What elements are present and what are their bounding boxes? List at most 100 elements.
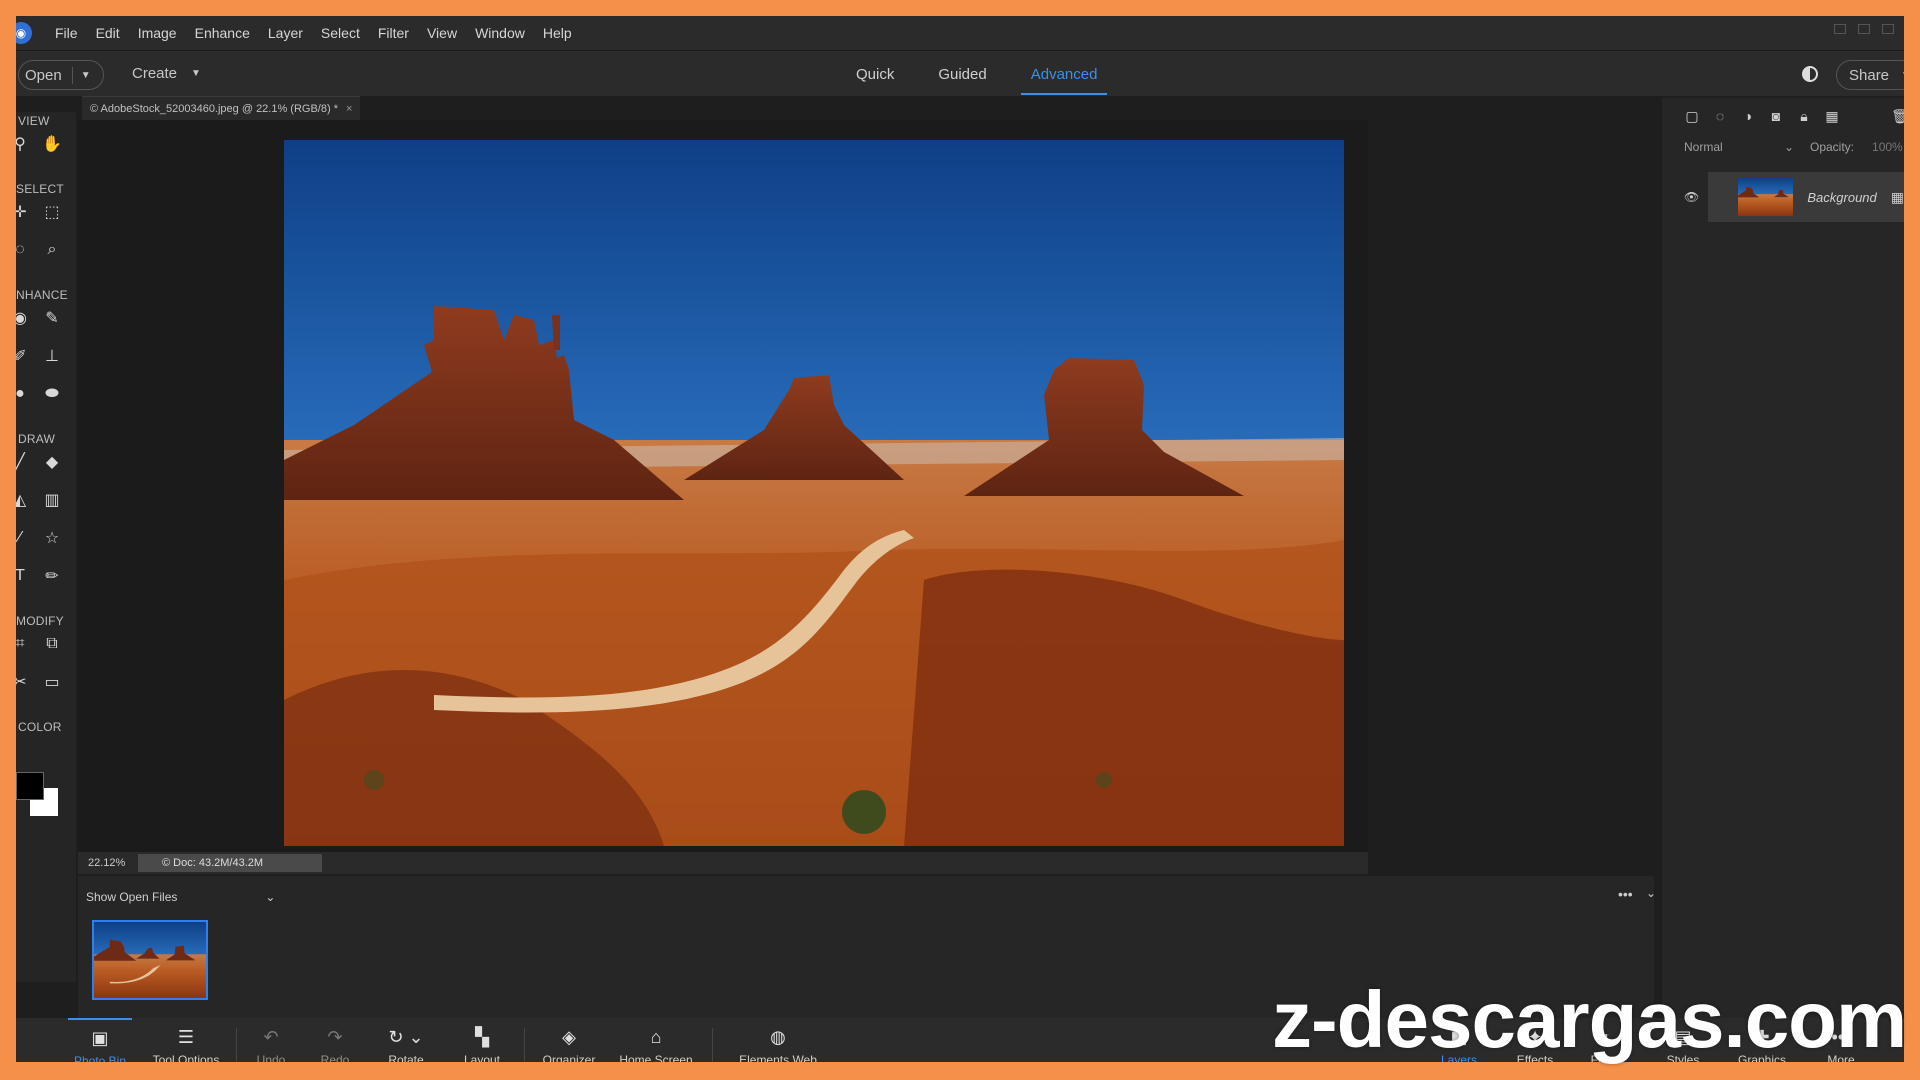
paint-bucket-tool-icon[interactable]: ◭: [16, 490, 30, 510]
hand-tool-icon[interactable]: ✋: [42, 134, 62, 154]
adjustment-layer-icon[interactable]: ◑: [1740, 108, 1756, 124]
tool-options-button[interactable]: ☰ Tool Options: [148, 1018, 224, 1062]
tab-quick[interactable]: Quick: [856, 51, 894, 97]
sponge-tool-icon[interactable]: ⬬: [42, 384, 62, 404]
menu-file[interactable]: File: [46, 25, 87, 41]
undo-button[interactable]: ↶ Undo: [246, 1018, 296, 1062]
straighten-tool-icon[interactable]: ▭: [42, 672, 62, 692]
menu-image[interactable]: Image: [129, 25, 186, 41]
lasso-tool-icon[interactable]: ◌: [16, 240, 30, 260]
status-bar: 22.12% © Doc: 43.2M/43.2M: [78, 852, 1368, 874]
document-tab-title: © AdobeStock_52003460.jpeg @ 22.1% (RGB/…: [90, 102, 338, 115]
layer-lock-icon: ▦: [1890, 188, 1904, 205]
crop-tool-icon[interactable]: ⌗: [16, 634, 30, 654]
section-enhance: NHANCE: [16, 288, 68, 302]
red-eye-tool-icon[interactable]: ◉: [16, 308, 30, 328]
menu-enhance[interactable]: Enhance: [186, 25, 259, 41]
minimize-icon[interactable]: [1834, 24, 1846, 34]
open-button-label: Open: [19, 66, 73, 84]
layer-mask-icon[interactable]: ◙: [1768, 108, 1784, 124]
brush-tool-icon[interactable]: ╱: [16, 452, 30, 472]
content-aware-move-tool-icon[interactable]: ✂: [16, 672, 30, 692]
window-controls: [1834, 24, 1894, 34]
smart-brush-tool-icon[interactable]: ✐: [16, 346, 30, 366]
zoom-level[interactable]: 22.12%: [78, 857, 138, 869]
blend-mode-select[interactable]: Normal ⌄: [1684, 140, 1794, 154]
shape-tool-icon[interactable]: ☆: [42, 528, 62, 548]
color-picker-tool-icon[interactable]: ⁄: [16, 528, 30, 548]
create-button[interactable]: Create ▼: [132, 65, 201, 82]
menu-filter[interactable]: Filter: [369, 25, 418, 41]
healing-brush-tool-icon[interactable]: ✎: [42, 308, 62, 328]
marquee-tool-icon[interactable]: ⬚: [42, 202, 62, 222]
new-group-icon[interactable]: ◌: [1712, 108, 1728, 124]
create-dropdown-icon: ▼: [191, 68, 201, 79]
photo-bin-button[interactable]: ▣ Photo Bin: [68, 1018, 132, 1062]
thumbnail-image: [94, 922, 206, 998]
open-dropdown-icon[interactable]: ▼: [73, 70, 91, 81]
layers-toolbar: ▢ ◌ ◑ ◙ 🔒︎ ▦ 🗑︎: [1684, 108, 1904, 125]
layout-icon: ▚: [475, 1027, 489, 1047]
organizer-button[interactable]: ◈ Organizer: [534, 1018, 604, 1062]
share-dropdown-icon: ▼: [1901, 70, 1904, 81]
opacity-value[interactable]: 100%: [1872, 140, 1903, 154]
close-icon[interactable]: ×: [346, 103, 352, 115]
mode-tabs: Quick Guided Advanced: [856, 51, 1108, 97]
top-toolbar: Open ▼ Create ▼ Quick Guided Advanced Sh…: [16, 50, 1904, 96]
collapse-bin-icon[interactable]: ⌄: [1646, 886, 1656, 900]
visibility-eye-icon[interactable]: 👁︎: [1684, 190, 1699, 204]
maximize-icon[interactable]: [1858, 24, 1870, 34]
home-screen-button[interactable]: ⌂ Home Screen: [610, 1018, 702, 1062]
document-tab[interactable]: © AdobeStock_52003460.jpeg @ 22.1% (RGB/…: [82, 96, 361, 120]
opacity-control[interactable]: Opacity: 100%: [1810, 140, 1903, 154]
pencil-tool-icon[interactable]: ✏: [42, 566, 62, 586]
canvas-photo[interactable]: [284, 140, 1344, 846]
move-tool-icon[interactable]: ✛: [16, 202, 30, 222]
photo-bin-icon: ▣: [91, 1028, 109, 1048]
recompose-tool-icon[interactable]: ⧉: [42, 634, 62, 654]
menu-layer[interactable]: Layer: [259, 25, 312, 41]
clone-stamp-tool-icon[interactable]: ⊥: [42, 346, 62, 366]
layer-thumbnail: [1738, 178, 1794, 216]
menu-window[interactable]: Window: [466, 25, 534, 41]
share-button[interactable]: Share ▼: [1836, 60, 1904, 90]
close-window-icon[interactable]: [1882, 24, 1894, 34]
lock-icon[interactable]: 🔒︎: [1796, 108, 1812, 124]
show-open-files-label: Show Open Files: [86, 890, 178, 904]
photo-bin-thumbnail[interactable]: [92, 920, 208, 1000]
menu-view[interactable]: View: [418, 25, 466, 41]
theme-toggle-icon[interactable]: [1802, 66, 1818, 82]
chevron-down-icon: ⌄: [1783, 140, 1794, 154]
redo-icon: ↷: [327, 1027, 343, 1047]
redo-button[interactable]: ↷ Redo: [310, 1018, 360, 1062]
section-draw: DRAW: [18, 432, 56, 446]
foreground-color-swatch[interactable]: [16, 772, 44, 800]
more-options-icon[interactable]: •••: [1618, 886, 1633, 902]
separator: [236, 1028, 237, 1062]
menu-edit[interactable]: Edit: [87, 25, 129, 41]
document-size-info[interactable]: © Doc: 43.2M/43.2M: [138, 854, 322, 872]
zoom-tool-icon[interactable]: ⚲: [16, 134, 30, 154]
show-open-files-select[interactable]: Show Open Files ⌄: [86, 890, 275, 904]
new-layer-icon[interactable]: ▢: [1684, 108, 1700, 124]
home-screen-label: Home Screen: [619, 1053, 693, 1062]
type-tool-icon[interactable]: T: [16, 566, 30, 586]
eraser-tool-icon[interactable]: ◆: [42, 452, 62, 472]
gradient-tool-icon[interactable]: ▥: [42, 490, 62, 510]
organizer-icon: ◈: [562, 1027, 576, 1047]
lock-transparency-icon[interactable]: ▦: [1824, 108, 1840, 124]
elements-web-button[interactable]: ◍ Elements Web: [728, 1018, 828, 1062]
blur-tool-icon[interactable]: ●: [16, 384, 30, 404]
tab-guided[interactable]: Guided: [938, 51, 986, 97]
rotate-button[interactable]: ↻ ⌄ Rotate: [376, 1018, 436, 1062]
tab-advanced[interactable]: Advanced: [1020, 51, 1108, 97]
menu-help[interactable]: Help: [534, 25, 581, 41]
layer-row[interactable]: Background ▦: [1708, 172, 1904, 222]
layers-panel: ▢ ◌ ◑ ◙ 🔒︎ ▦ 🗑︎ Normal ⌄ Opacity: 100% 👁…: [1662, 98, 1904, 1018]
menu-select[interactable]: Select: [312, 25, 369, 41]
trash-icon[interactable]: 🗑︎: [1891, 108, 1904, 124]
layout-button[interactable]: ▚ Layout: [452, 1018, 512, 1062]
quick-select-tool-icon[interactable]: ⌕: [42, 240, 62, 260]
open-button[interactable]: Open ▼: [18, 60, 104, 90]
opacity-label: Opacity:: [1810, 140, 1855, 154]
